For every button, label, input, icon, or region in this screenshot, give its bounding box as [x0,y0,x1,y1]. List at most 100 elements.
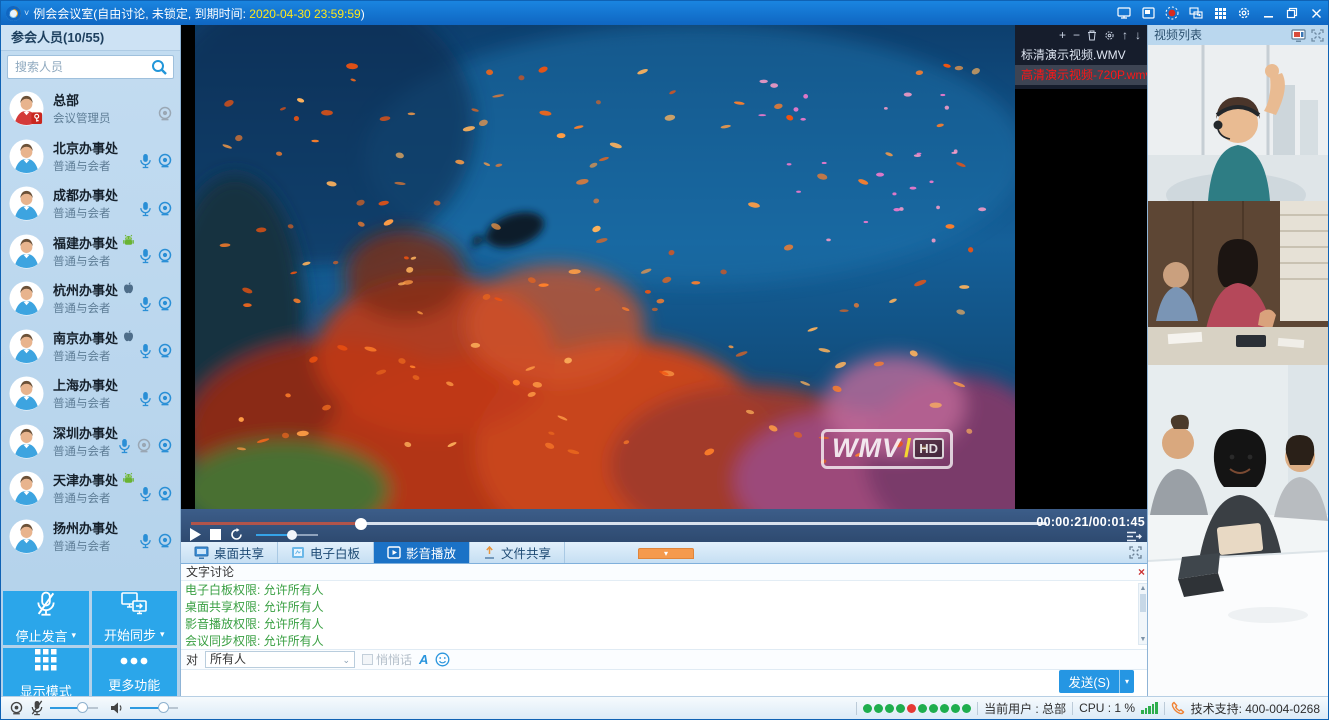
webcam-icon[interactable] [157,391,173,412]
participant-row[interactable]: 上海办事处普通与会者 [1,370,180,418]
search-icon[interactable] [151,59,168,81]
maximize-button[interactable] [1280,1,1304,25]
send-button[interactable]: 发送(S) [1059,670,1119,693]
fullscreen-icon[interactable] [1129,542,1149,563]
speaker-icon[interactable] [110,701,124,715]
playlist-item[interactable]: 标清演示视频.WMV [1015,45,1149,65]
media-playlist-panel: + − ↑ ↓ 标清演示视频.WMV高清演示视频-720P.wmv删除 [1015,25,1149,89]
sync-screens-icon[interactable] [1184,1,1208,25]
avatar [9,186,44,221]
playlist-move-up-icon[interactable]: ↑ [1122,30,1128,42]
participant-row[interactable]: 天津办事处普通与会者 [1,465,180,513]
emoji-icon[interactable] [435,652,450,667]
tab-whiteboard[interactable]: 电子白板 [278,542,374,563]
playlist-trash-icon[interactable] [1087,30,1097,42]
webcam-icon[interactable] [157,486,173,507]
mic-icon[interactable] [139,248,152,269]
chat-message: 电子白板权限: 允许所有人 [185,582,1135,599]
conference-window: ˅ 例会会议室(自由讨论, 未锁定, 到期时间: 2020-04-30 23:5… [0,0,1329,720]
webcam-status-icon[interactable] [9,701,24,716]
participant-name: 总部 [53,90,79,109]
playlist-item[interactable]: 高清演示视频-720P.wmv删除 [1015,65,1149,85]
scroll-up-icon[interactable]: ▲ [1139,584,1147,593]
playlist-settings-icon[interactable] [1104,30,1115,42]
mic-icon[interactable] [139,343,152,364]
seek-thumb[interactable] [355,518,367,530]
recipient-select[interactable]: 所有人 ⌄ [205,651,355,668]
more-features-button[interactable]: 更多功能 [92,648,178,700]
mic-volume-thumb[interactable] [77,702,88,713]
participant-row[interactable]: 成都办事处普通与会者 [1,180,180,228]
screen-share-icon[interactable] [1112,1,1136,25]
mic-muted-icon[interactable] [30,700,44,716]
playlist-add-icon[interactable]: + [1059,30,1066,42]
stop-speaking-button[interactable]: 停止发言▾ [3,591,89,645]
chat-close-icon[interactable]: × [1138,564,1145,580]
participant-row[interactable]: 福建办事处普通与会者 [1,228,180,276]
divider [1164,702,1165,715]
mic-icon[interactable] [139,153,152,174]
window-title: 例会会议室(自由讨论, 未锁定, 到期时间: 2020-04-30 23:59:… [33,5,364,22]
replay-button[interactable] [230,528,243,541]
expand-panel-icon[interactable] [1311,29,1324,42]
participant-row[interactable]: 北京办事处普通与会者 [1,133,180,181]
mic-icon[interactable] [139,296,152,317]
display-mode-icon[interactable] [1208,1,1232,25]
playlist-remove-icon[interactable]: − [1073,30,1080,42]
scroll-down-icon[interactable]: ▼ [1139,635,1147,644]
participant-row[interactable]: 扬州办事处普通与会者 [1,513,180,561]
record-icon[interactable] [1160,1,1184,25]
display-mode-button[interactable]: 显示模式 [3,648,89,700]
participant-name: 天津办事处 [53,470,118,489]
playlist-move-down-icon[interactable]: ↓ [1135,30,1141,42]
mic-volume-slider[interactable] [50,707,98,709]
send-options-caret[interactable]: ▾ [1119,670,1134,693]
close-button[interactable] [1304,1,1328,25]
player-volume-thumb[interactable] [287,530,297,540]
webcam-icon[interactable] [157,296,173,317]
video-thumbnail-2[interactable] [1148,201,1328,365]
tab-file-share[interactable]: 文件共享 [470,542,565,563]
gear-icon[interactable] [1232,1,1256,25]
mic-icon[interactable] [118,438,131,459]
stop-button[interactable] [210,529,221,540]
webcam-icon[interactable] [157,201,173,222]
participant-row[interactable]: 深圳办事处普通与会者 [1,418,180,466]
chat-input-area[interactable]: 发送(S) ▾ [181,670,1149,696]
minimize-button[interactable] [1256,1,1280,25]
whisper-checkbox[interactable] [362,654,373,665]
participant-row[interactable]: 总部会议管理员 [1,85,180,133]
chat-collapse-handle[interactable]: ▾ [638,548,694,559]
player-volume-slider[interactable] [256,534,318,536]
quality-dot-green [962,704,971,713]
speaker-volume-thumb[interactable] [158,702,169,713]
start-sync-button[interactable]: 开始同步▾ [92,591,178,645]
video-thumbnail-1[interactable] [1148,45,1328,201]
speaker-volume-slider[interactable] [130,707,178,709]
mic-icon[interactable] [139,201,152,222]
scroll-thumb[interactable] [1140,594,1146,612]
webcam-icon[interactable] [157,248,173,269]
font-format-icon[interactable]: A [419,652,428,667]
tab-desktop-share[interactable]: 桌面共享 [181,542,278,563]
webcam-icon[interactable] [157,153,173,174]
participant-row[interactable]: 南京办事处普通与会者 [1,323,180,371]
chevron-down-icon[interactable]: ˅ [24,8,29,18]
video-monitor-icon[interactable] [1291,29,1306,42]
search-input[interactable] [8,56,173,78]
webcam-icon[interactable] [157,533,173,554]
participant-row[interactable]: 杭州办事处普通与会者 [1,275,180,323]
webcam-icon[interactable] [157,438,173,459]
mic-icon[interactable] [139,486,152,507]
window-layout-icon[interactable] [1136,1,1160,25]
mic-icon[interactable] [139,391,152,412]
seek-bar[interactable] [191,522,1047,525]
webcam-icon[interactable] [157,343,173,364]
mic-icon[interactable] [139,533,152,554]
tab-media-playback[interactable]: 影音播放 [374,542,470,563]
play-button[interactable] [189,528,201,541]
player-controls [189,527,318,542]
webcam-off-icon[interactable] [157,106,173,127]
video-thumbnail-3[interactable] [1148,365,1328,699]
webcam-off-icon[interactable] [136,438,152,459]
